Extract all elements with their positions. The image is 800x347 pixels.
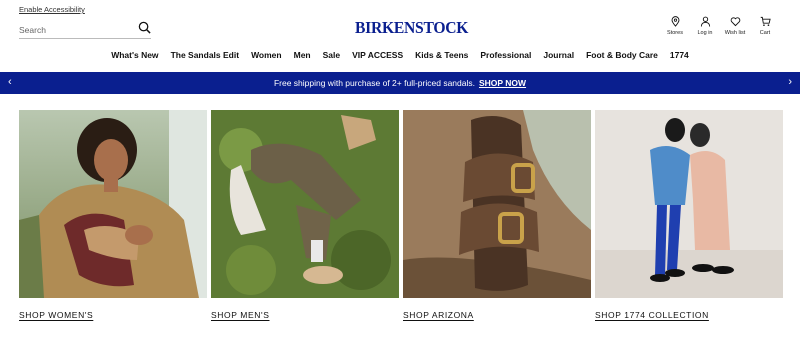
shop-arizona-link[interactable]: SHOP ARIZONA bbox=[403, 310, 591, 320]
brand-logo[interactable]: BIRKENSTOCK bbox=[355, 18, 468, 38]
chevron-right-icon[interactable]: › bbox=[788, 76, 792, 88]
1774-collection-models-photo[interactable] bbox=[595, 110, 783, 298]
nav-item-professional[interactable]: Professional bbox=[474, 50, 537, 60]
cart-label: Cart bbox=[759, 30, 771, 36]
cart-icon bbox=[760, 16, 771, 26]
shop-mens-link[interactable]: SHOP MEN'S bbox=[211, 310, 399, 320]
promo-banner: ‹ Free shipping with purchase of 2+ full… bbox=[0, 72, 800, 94]
nav-item-women[interactable]: Women bbox=[245, 50, 288, 60]
stores-label: Stores bbox=[667, 30, 683, 36]
user-icon bbox=[700, 16, 710, 27]
chevron-left-icon[interactable]: ‹ bbox=[8, 76, 12, 88]
nav-item-whats-new[interactable]: What's New bbox=[105, 50, 164, 60]
nav-item-men[interactable]: Men bbox=[288, 50, 317, 60]
cart-link[interactable]: Cart bbox=[750, 16, 780, 36]
main-nav: What's New The Sandals Edit Women Men Sa… bbox=[0, 50, 800, 60]
category-tiles: SHOP WOMEN'S SHOP MEN'S SHOP ARIZONA SHO… bbox=[19, 110, 783, 320]
nav-item-sale[interactable]: Sale bbox=[317, 50, 347, 60]
shop-now-link[interactable]: SHOP NOW bbox=[479, 78, 526, 88]
tile-mens[interactable]: SHOP MEN'S bbox=[211, 110, 399, 320]
search-input[interactable] bbox=[19, 22, 129, 38]
shop-1774-link[interactable]: SHOP 1774 COLLECTION bbox=[595, 310, 783, 320]
nav-item-1774[interactable]: 1774 bbox=[664, 50, 695, 60]
nav-item-journal[interactable]: Journal bbox=[537, 50, 580, 60]
search-box bbox=[19, 20, 151, 39]
utility-nav: Stores Log in Wish list Cart bbox=[660, 16, 780, 36]
tile-womens[interactable]: SHOP WOMEN'S bbox=[19, 110, 207, 320]
arizona-sandal-photo[interactable] bbox=[403, 110, 591, 298]
promo-text: Free shipping with purchase of 2+ full-p… bbox=[273, 78, 475, 88]
wishlist-link[interactable]: Wish list bbox=[720, 16, 750, 36]
man-on-grass-clogs-photo[interactable] bbox=[211, 110, 399, 298]
heart-icon bbox=[730, 17, 740, 27]
nav-item-foot-body-care[interactable]: Foot & Body Care bbox=[580, 50, 664, 60]
tile-arizona[interactable]: SHOP ARIZONA bbox=[403, 110, 591, 320]
nav-item-sandals-edit[interactable]: The Sandals Edit bbox=[165, 50, 246, 60]
login-label: Log in bbox=[697, 30, 713, 36]
login-link[interactable]: Log in bbox=[690, 16, 720, 36]
stores-link[interactable]: Stores bbox=[660, 16, 690, 36]
shop-womens-link[interactable]: SHOP WOMEN'S bbox=[19, 310, 207, 320]
nav-item-kids-teens[interactable]: Kids & Teens bbox=[409, 50, 474, 60]
tile-1774[interactable]: SHOP 1774 COLLECTION bbox=[595, 110, 783, 320]
wishlist-label: Wish list bbox=[724, 30, 746, 36]
nav-item-vip-access[interactable]: VIP ACCESS bbox=[346, 50, 409, 60]
search-icon[interactable] bbox=[138, 21, 151, 34]
enable-accessibility-link[interactable]: Enable Accessibility bbox=[19, 5, 85, 14]
location-pin-icon bbox=[671, 16, 679, 27]
woman-holding-sandals-photo[interactable] bbox=[19, 110, 207, 298]
